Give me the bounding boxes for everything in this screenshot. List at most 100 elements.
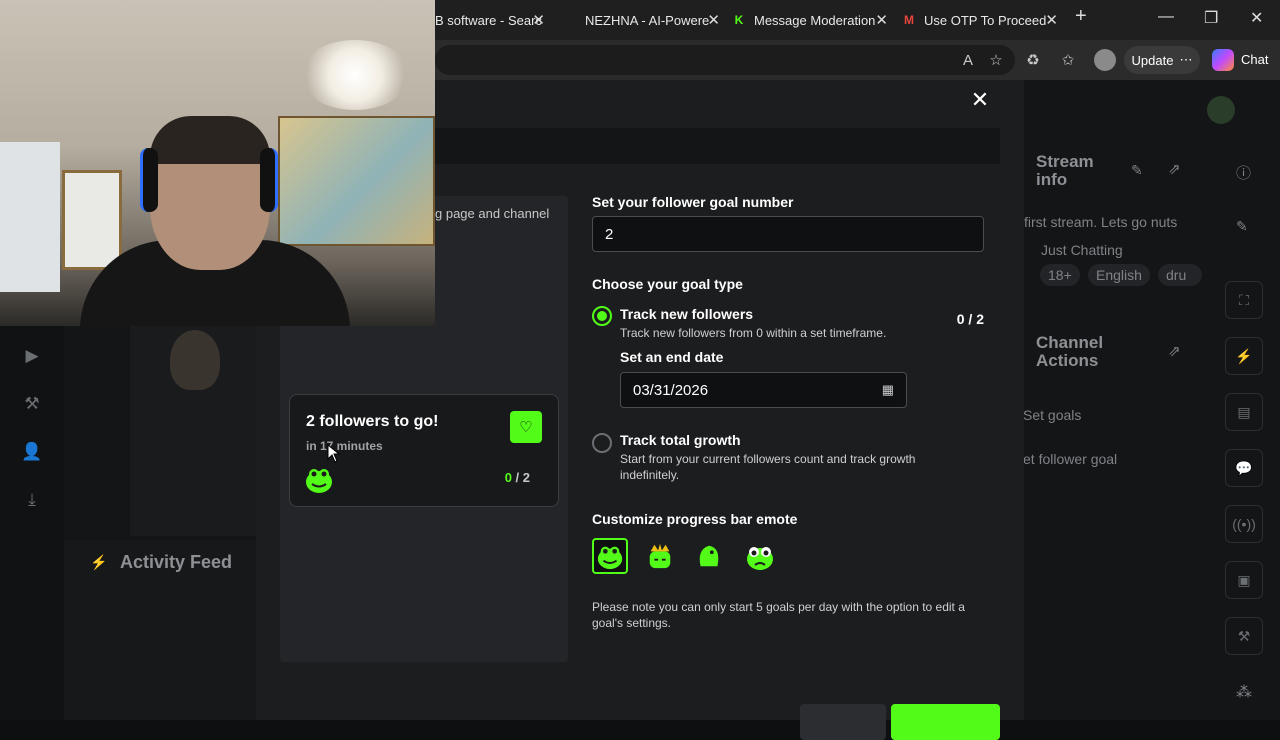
user-settings-icon[interactable]: 👤 — [20, 442, 44, 466]
info-icon[interactable]: ⓘ — [1236, 162, 1251, 183]
goal-limit-note: Please note you can only start 5 goals p… — [592, 600, 965, 630]
tab-label: Message Moderation — [754, 12, 876, 28]
left-nav: ▶ ⚒ 👤 ⤓ — [0, 326, 64, 720]
track-total-label[interactable]: Track total growth — [620, 432, 741, 448]
browser-tab[interactable]: NEZHNA - AI-Powere ✕ — [585, 6, 720, 34]
download-icon[interactable]: ⤓ — [20, 490, 44, 514]
webcam-headset-left — [140, 148, 158, 212]
modal-description: g page and channel — [435, 206, 550, 221]
modal-header-bar — [435, 128, 1000, 164]
emote-option-sad-frog[interactable] — [742, 538, 778, 574]
stream-info-title: Stream info — [1036, 152, 1094, 189]
end-date-label: Set an end date — [620, 349, 724, 365]
favorites-icon[interactable]: ✩ — [1058, 50, 1078, 70]
close-tab-icon[interactable]: ✕ — [1045, 11, 1058, 29]
radio-track-new[interactable] — [592, 306, 612, 326]
goal-number-label: Set your follower goal number — [592, 194, 794, 210]
browser-essentials-icon[interactable]: ♻ — [1023, 50, 1043, 70]
webcam-ceiling-lamp — [300, 40, 410, 110]
track-new-progress: 0 / 2 — [956, 311, 984, 327]
goal-current: 0 — [504, 470, 512, 485]
tag-chip: 18+ — [1040, 264, 1080, 286]
close-tab-icon[interactable]: ✕ — [875, 11, 888, 29]
goal-card-subtitle: in 17 minutes — [306, 439, 383, 453]
start-goal-button[interactable] — [891, 704, 1000, 740]
end-date-value: 03/31/2026 — [633, 381, 709, 399]
popout-icon[interactable]: ⇗ — [1168, 160, 1181, 178]
browser-tab[interactable]: K Message Moderation ✕ — [732, 6, 888, 34]
webcam-window-area — [0, 142, 60, 292]
webcam-overlay — [0, 0, 435, 326]
radio-track-total[interactable] — [592, 433, 612, 453]
browser-tab[interactable]: B software - Searc ✕ — [435, 6, 545, 34]
webcam-headset-right — [260, 148, 278, 212]
community-icon[interactable]: ⁂ — [1236, 682, 1252, 702]
chat-bubble-icon[interactable]: 💬 — [1225, 449, 1263, 487]
heart-icon: ♡ — [510, 411, 542, 443]
videos-icon[interactable]: ▶ — [20, 346, 44, 370]
wrench-icon[interactable]: ⚒ — [1225, 617, 1263, 655]
track-new-label[interactable]: Track new followers — [620, 306, 753, 322]
action-set-goals[interactable]: Set goals — [1023, 407, 1081, 423]
profile-avatar[interactable] — [1094, 49, 1116, 71]
notes-icon[interactable]: ▤ — [1225, 393, 1263, 431]
favorite-star-icon[interactable]: ☆ — [986, 50, 1006, 70]
copilot-icon[interactable] — [1212, 49, 1234, 71]
restore-icon[interactable]: ❐ — [1204, 8, 1218, 28]
wrench-icon[interactable]: ⚒ — [20, 394, 44, 418]
broadcast-icon[interactable]: ((•)) — [1225, 505, 1263, 543]
tag-chip: English — [1088, 264, 1150, 286]
update-label: Update — [1131, 52, 1174, 68]
user-avatar[interactable] — [1207, 96, 1235, 124]
chat-label[interactable]: Chat — [1241, 52, 1268, 67]
goal-card-title: 2 followers to go! — [306, 413, 439, 430]
action-set-follower-goal[interactable]: et follower goal — [1023, 451, 1117, 467]
webcam-headset-band — [150, 116, 270, 164]
emote-option-blob[interactable] — [691, 538, 727, 574]
goal-sep: / — [511, 470, 523, 485]
cancel-button[interactable] — [800, 704, 886, 740]
gmail-favicon-icon: M — [904, 13, 914, 27]
new-tab-icon[interactable]: + — [1075, 5, 1087, 28]
tag-chip: dru — [1158, 264, 1202, 286]
goal-number-input[interactable]: 2 — [592, 216, 984, 252]
fullscreen-icon[interactable]: ⛶ — [1225, 281, 1263, 319]
goal-card-progress: 0 / 2 — [470, 470, 530, 485]
edit-title-icon[interactable]: ✎ — [1236, 218, 1248, 235]
channel-actions-title: Channel Actions — [1036, 333, 1104, 370]
tab-label: NEZHNA - AI-Powere — [585, 12, 710, 28]
goal-type-label: Choose your goal type — [592, 276, 743, 292]
edit-icon[interactable]: ✎ — [1131, 162, 1143, 179]
preview-person-silhouette — [170, 330, 220, 390]
close-tab-icon[interactable]: ✕ — [532, 11, 545, 29]
webcam-whiteboard — [62, 170, 122, 270]
end-date-input[interactable]: 03/31/2026 ▦ — [620, 372, 907, 408]
close-icon[interactable]: ✕ — [968, 87, 992, 112]
popout-icon[interactable]: ⇗ — [1168, 342, 1181, 360]
tab-label: B software - Searc — [435, 12, 542, 28]
activity-feed-title: Activity Feed — [120, 552, 233, 572]
video-icon[interactable]: ▣ — [1225, 561, 1263, 599]
address-bar[interactable] — [435, 45, 1015, 75]
minimize-icon[interactable]: — — [1158, 8, 1174, 26]
lightning-icon: ⚡ — [90, 554, 108, 570]
quick-action-lightning-icon[interactable]: ⚡ — [1225, 337, 1263, 375]
kick-favicon-icon: K — [734, 13, 744, 27]
track-total-description: Start from your current followers count … — [620, 452, 916, 482]
frog-emote-icon — [304, 464, 334, 494]
close-tab-icon[interactable]: ✕ — [707, 11, 720, 29]
update-button[interactable]: Update ⋯ — [1124, 46, 1200, 74]
emote-label: Customize progress bar emote — [592, 511, 798, 527]
more-icon: ⋯ — [1179, 52, 1193, 67]
goal-total: 2 — [522, 470, 530, 485]
close-window-icon[interactable]: ✕ — [1250, 8, 1263, 28]
webcam-wall-map — [278, 116, 435, 246]
emote-option-frog[interactable] — [592, 538, 628, 574]
emote-option-crown[interactable] — [642, 538, 678, 574]
category-label: Just Chatting — [1041, 242, 1123, 258]
tab-label: Use OTP To Proceed — [924, 12, 1047, 28]
read-aloud-icon[interactable]: A — [958, 50, 978, 70]
calendar-icon[interactable]: ▦ — [882, 382, 894, 398]
track-new-description: Track new followers from 0 within a set … — [620, 326, 887, 340]
browser-tab[interactable]: M Use OTP To Proceed ✕ — [902, 6, 1058, 34]
